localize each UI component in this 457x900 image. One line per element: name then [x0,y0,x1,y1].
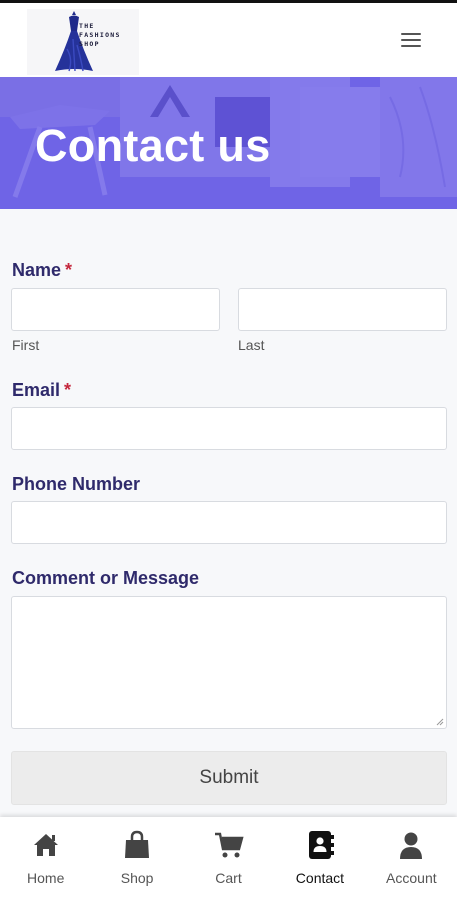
nav-item-account[interactable]: Account [366,817,457,900]
message-field-label: Comment or Message [12,568,200,588]
user-icon [400,832,423,859]
bottom-navigation: Home Shop Cart Contact Account [0,817,457,900]
name-field-label: Name * [12,260,73,280]
nav-item-contact[interactable]: Contact [274,817,365,900]
logo-line: THE [79,22,95,30]
home-icon [33,834,58,856]
message-textarea[interactable] [11,596,447,729]
email-field-label: Email * [12,380,72,400]
phone-input[interactable] [11,501,447,544]
site-header: THE FASHIONS SHOP [0,3,457,77]
first-name-sublabel: First [12,337,40,353]
cart-icon [214,832,244,858]
shopping-bag-icon [125,830,150,858]
nav-label-home: Home [27,870,65,886]
last-name-sublabel: Last [238,337,265,353]
email-input[interactable] [11,407,447,450]
nav-item-cart[interactable]: Cart [183,817,274,900]
last-name-input[interactable] [238,288,447,331]
contact-book-icon [308,831,334,859]
hero-banner: Contact us [0,77,457,209]
submit-button[interactable]: Submit [11,751,447,805]
resize-grip-icon[interactable] [436,718,444,726]
first-name-input[interactable] [11,288,220,331]
logo-line: SHOP [79,40,100,48]
nav-item-home[interactable]: Home [0,817,91,900]
nav-item-shop[interactable]: Shop [91,817,182,900]
nav-label-shop: Shop [120,870,154,886]
nav-label-contact: Contact [295,870,345,886]
nav-label-cart: Cart [215,870,242,886]
nav-label-account: Account [386,870,437,886]
logo-wordmark: THE FASHIONS SHOP [79,22,139,49]
phone-field-label: Phone Number [12,474,141,494]
required-marker: * [65,260,73,280]
hamburger-menu-icon[interactable] [401,33,421,49]
logo-line: FASHIONS [79,31,121,39]
required-marker: * [64,380,72,400]
site-logo[interactable]: THE FASHIONS SHOP [27,9,139,75]
contact-form: Name * First Last Email * Phone Number Com… [0,209,457,817]
page-title: Contact us [35,120,271,171]
